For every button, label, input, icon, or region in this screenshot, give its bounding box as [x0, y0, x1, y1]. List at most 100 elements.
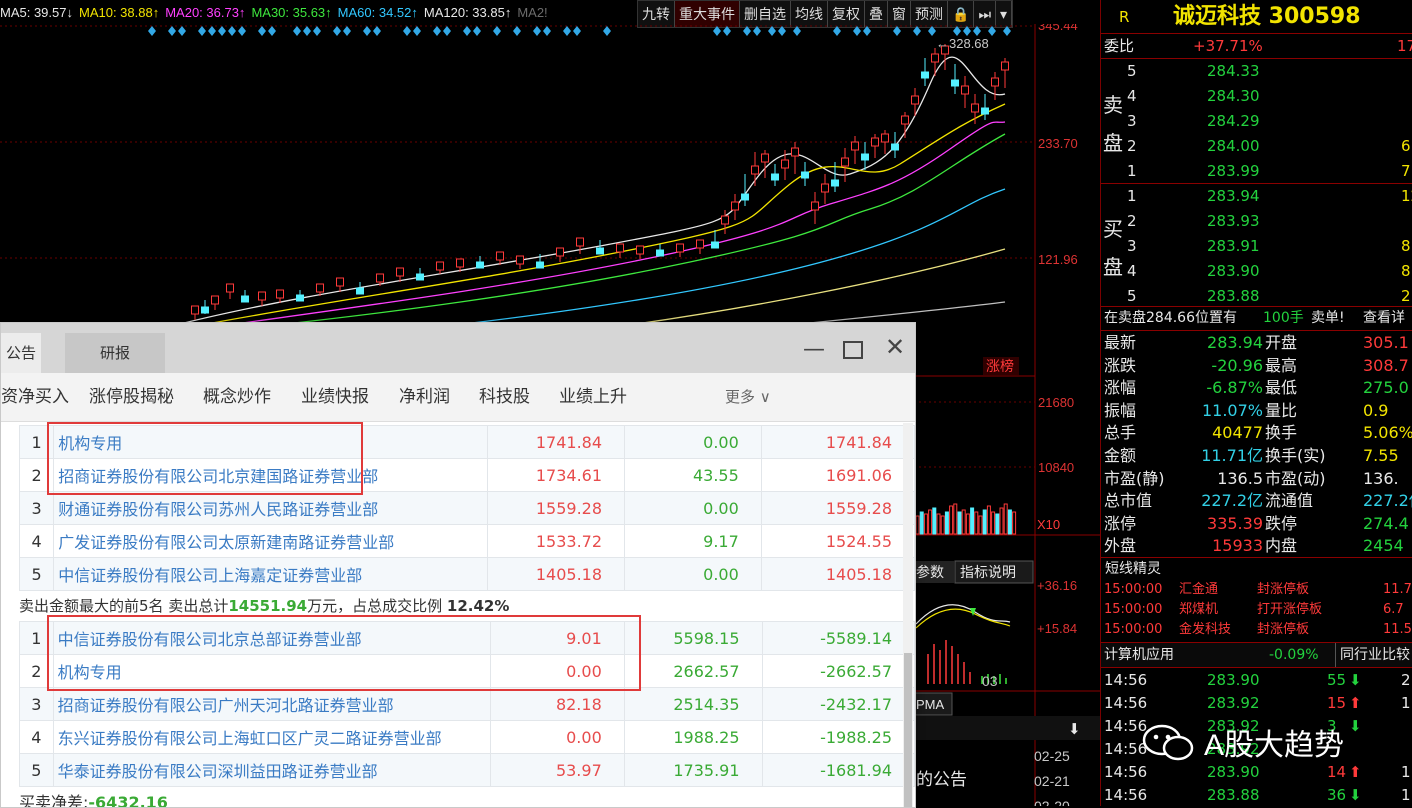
order-alert[interactable]: 在卖盘284.66位置有 100手 卖单! 查看详: [1101, 306, 1412, 330]
broker-name-link[interactable]: 财通证券股份有限公司苏州人民路证券营业部: [53, 491, 488, 525]
ma-line: [239, 133, 1006, 330]
ask-row[interactable]: 4 284.30: [1101, 84, 1412, 108]
stat-row: 市盈(静) 136.5 市盈(动) 136.: [1104, 468, 1399, 488]
close-icon[interactable]: ✕: [885, 333, 905, 361]
category-nav-item[interactable]: 概念炒作: [203, 373, 271, 421]
candle-body: [991, 77, 999, 87]
table-row[interactable]: 3 招商证券股份有限公司广州天河北路证券营业部 82.18 2514.35 -2432.…: [19, 687, 915, 721]
minimize-icon[interactable]: —: [803, 337, 825, 362]
candle-body: [891, 143, 899, 151]
bid-row[interactable]: 5 283.88 2: [1101, 284, 1412, 308]
ask-row[interactable]: 2 284.00 6: [1101, 134, 1412, 158]
candle-body: [781, 159, 789, 169]
category-nav-item[interactable]: 净利润: [399, 373, 450, 421]
candle-body: [636, 245, 644, 255]
tab-research[interactable]: 研报: [65, 333, 165, 373]
signal-marker: [853, 26, 861, 36]
candle-body: [556, 247, 564, 257]
broker-name-link[interactable]: 中信证券股份有限公司上海嘉定证券营业部: [53, 557, 488, 591]
net-summary: 买卖净差:-6432.16: [19, 793, 168, 808]
signal-marker: [208, 26, 216, 36]
dragon-tiger-window: 公告 研报 — ✕ 资净买入 涨停股揭秘 概念炒作 业绩快报 净利润 科技股 业绩上升 更多…: [0, 322, 916, 808]
signal-marker: [178, 26, 186, 36]
tab-announcement[interactable]: 公告: [1, 333, 41, 373]
candle-body: [871, 137, 879, 147]
bid-row[interactable]: 1283.9412: [1101, 184, 1412, 208]
broker-name-link[interactable]: 招商证券股份有限公司广州天河北路证券营业部: [52, 687, 492, 721]
scrollbar-thumb[interactable]: [904, 653, 912, 807]
signal-marker: [778, 26, 786, 36]
window-titlebar[interactable]: 公告 研报 — ✕: [1, 323, 915, 373]
broker-name-link[interactable]: 华泰证券股份有限公司深圳益田路证券营业部: [52, 753, 492, 787]
ma-legend-item: MA2!: [517, 5, 548, 20]
category-nav-item[interactable]: 科技股: [479, 373, 530, 421]
ma-line: [419, 188, 1006, 330]
weibi-row: 委比 +37.71% 17: [1101, 34, 1412, 58]
industry-change: -0.09%: [1269, 647, 1319, 663]
spirit-item[interactable]: 15:00:00 汇金通 封涨停板 11.7: [1101, 580, 1412, 600]
wechat-icon: [1142, 724, 1194, 761]
candle-body: [296, 294, 304, 302]
category-nav-item[interactable]: 资净买入: [1, 373, 69, 421]
volume-unit-label: X10: [1037, 517, 1060, 532]
category-nav-item[interactable]: 业绩快报: [301, 373, 369, 421]
industry-row[interactable]: 计算机应用 -0.09% 同行业比较: [1101, 643, 1412, 667]
signal-marker: [198, 26, 206, 36]
ma-legend-item: MA60: 34.52↑: [337, 5, 418, 20]
signal-marker: [363, 26, 371, 36]
candle-body: [761, 153, 769, 163]
candle-body: [841, 157, 849, 167]
signal-marker: [603, 26, 611, 36]
signal-marker: [913, 26, 921, 36]
table-row[interactable]: 4 广发证券股份有限公司太原新建南路证券营业部 1533.72 9.17 1524.55: [18, 524, 915, 558]
volume-bar: [919, 511, 924, 535]
candle-body: [911, 95, 919, 105]
news-title[interactable]: 的公告: [916, 770, 967, 789]
scrollbar[interactable]: [903, 423, 913, 807]
signal-marker: [293, 26, 301, 36]
view-detail-link[interactable]: 查看详: [1363, 306, 1405, 330]
table-row[interactable]: 5 华泰证券股份有限公司深圳益田路证券营业部 53.97 1735.91 -1681.9…: [19, 753, 915, 787]
bid-row[interactable]: 2 283.93: [1101, 209, 1412, 233]
news-date: 02-21: [1034, 773, 1070, 789]
volume-bar: [978, 515, 983, 535]
category-nav-item[interactable]: 业绩上升: [559, 373, 627, 421]
stock-header: R 诚迈科技 300598: [1101, 3, 1412, 31]
spirit-item[interactable]: 15:00:00 郑煤机 打开涨停板 6.7: [1101, 600, 1412, 620]
candle-body: [376, 273, 384, 283]
download-icon[interactable]: ⬇: [1068, 721, 1081, 738]
candle-body: [476, 261, 484, 269]
maximize-icon[interactable]: [843, 341, 863, 359]
broker-name-link[interactable]: 东兴证券股份有限公司上海虹口区广灵二路证券营业部: [52, 720, 492, 754]
stat-row: 涨幅 -6.87% 最低 275.0: [1104, 378, 1409, 398]
table-row[interactable]: 5 中信证券股份有限公司上海嘉定证券营业部 1405.18 0.00 1405.18: [18, 557, 915, 591]
broker-name-link[interactable]: 广发证券股份有限公司太原新建南路证券营业部: [53, 524, 488, 558]
ask-row[interactable]: 5 284.33: [1101, 59, 1412, 83]
candle-body: [211, 295, 219, 305]
candle-body: [356, 287, 364, 295]
tick-row: 14:56 283.90 55 ⬇ 2: [1101, 668, 1412, 692]
signal-marker: [268, 26, 276, 36]
candle-body: [241, 295, 249, 303]
category-nav-item[interactable]: 涨停股揭秘: [89, 373, 174, 421]
ask-row[interactable]: 3 284.29: [1101, 109, 1412, 133]
bid-row[interactable]: 4 283.90 8: [1101, 259, 1412, 283]
ask-row[interactable]: 1 283.99 7: [1101, 159, 1412, 183]
signal-marker: [303, 26, 311, 36]
table-row[interactable]: 3 财通证券股份有限公司苏州人民路证券营业部 1559.28 0.00 1559.28: [18, 491, 915, 525]
stock-name: 诚迈科技 300598: [1173, 4, 1361, 29]
signal-marker: [833, 26, 841, 36]
industry-compare-button[interactable]: 同行业比较: [1335, 643, 1410, 667]
more-dropdown[interactable]: 更多 ∨: [725, 373, 771, 421]
spirit-item[interactable]: 15:00:00 金发科技 封涨停板 11.5: [1101, 620, 1412, 640]
candle-body: [276, 289, 284, 299]
arrow-up-icon: ⬆: [1349, 763, 1362, 781]
bid-row[interactable]: 3 283.91 8: [1101, 234, 1412, 258]
weibi-label: 委比: [1104, 37, 1135, 55]
ma-legend-item: MA20: 36.73↑: [165, 5, 246, 20]
candle-body: [771, 173, 779, 181]
volume-bar: [999, 507, 1004, 535]
candle-body: [961, 85, 969, 95]
table-row[interactable]: 4 东兴证券股份有限公司上海虹口区广灵二路证券营业部 0.00 1988.25 -198…: [19, 720, 915, 754]
volume-bar: [949, 505, 954, 535]
